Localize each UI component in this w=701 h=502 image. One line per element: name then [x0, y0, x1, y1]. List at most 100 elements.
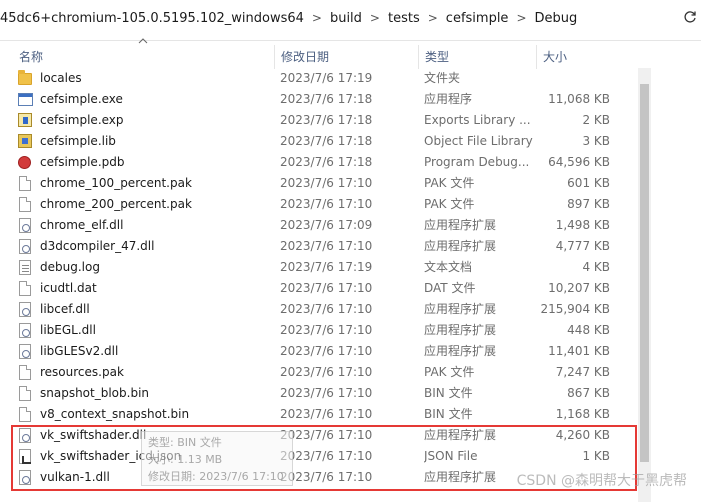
file-row[interactable]: v8_context_snapshot.bin 2023/7/6 17:10 BIN…	[0, 404, 636, 425]
file-icon-cell	[18, 173, 36, 194]
file-icon-cell	[18, 215, 36, 236]
file-name: resources.pak	[40, 365, 124, 379]
file-row[interactable]: libEGL.dll 2023/7/6 17:10 应用程序扩展 448 KB	[0, 320, 636, 341]
file-row[interactable]: cefsimple.lib 2023/7/6 17:18 Object File L…	[0, 131, 636, 152]
file-size: 10,207 KB	[548, 281, 610, 295]
file-type: BIN 文件	[424, 386, 473, 400]
scrollbar-thumb[interactable]	[640, 84, 649, 462]
column-header: 名称 修改日期 类型 大小	[0, 45, 638, 69]
file-icon-cell	[18, 425, 36, 446]
file-type: Object File Library	[424, 134, 533, 148]
vertical-scrollbar[interactable]	[638, 68, 651, 502]
chevron-right-icon[interactable]: >	[370, 11, 380, 25]
chevron-right-icon[interactable]: >	[428, 11, 438, 25]
file-type: 应用程序扩展	[424, 323, 497, 337]
file-row[interactable]: chrome_200_percent.pak 2023/7/6 17:10 PAK …	[0, 194, 636, 215]
file-type: 应用程序扩展	[424, 239, 497, 253]
file-name: locales	[40, 71, 82, 85]
file-row[interactable]: locales 2023/7/6 17:19 文件夹	[0, 68, 636, 89]
file-icon	[19, 176, 31, 191]
file-row[interactable]: cefsimple.exp 2023/7/6 17:18 Exports Libra…	[0, 110, 636, 131]
file-name: chrome_100_percent.pak	[40, 176, 192, 190]
file-size: 3 KB	[582, 134, 610, 148]
file-type: 文本文档	[424, 260, 473, 274]
column-header-date[interactable]: 修改日期	[275, 45, 419, 69]
file-type: Program Debug...	[424, 155, 530, 169]
file-row[interactable]: icudtl.dat 2023/7/6 17:10 DAT 文件 10,207 KB	[0, 278, 636, 299]
file-icon-cell	[18, 383, 36, 404]
file-name: debug.log	[40, 260, 100, 274]
file-icon	[19, 407, 31, 422]
dll-icon	[19, 344, 31, 359]
chevron-right-icon[interactable]: >	[516, 11, 526, 25]
file-icon-cell	[18, 194, 36, 215]
breadcrumb-chromium[interactable]: 45dc6+chromium-105.0.5195.102_windows64	[0, 11, 304, 26]
file-size: 11,401 KB	[548, 344, 610, 358]
address-bar[interactable]: 45dc6+chromium-105.0.5195.102_windows64 >…	[0, 0, 701, 41]
exe-icon	[18, 93, 33, 106]
file-size: 1,498 KB	[555, 218, 610, 232]
file-icon-cell	[18, 467, 36, 488]
file-date: 2023/7/6 17:10	[280, 176, 373, 190]
file-date: 2023/7/6 17:10	[280, 449, 373, 463]
file-size: 897 KB	[567, 197, 610, 211]
dll-icon	[19, 302, 31, 317]
file-date: 2023/7/6 17:09	[280, 218, 373, 232]
file-type: PAK 文件	[424, 365, 475, 379]
file-size: 867 KB	[567, 386, 610, 400]
breadcrumb-cefsimple[interactable]: cefsimple	[446, 11, 509, 26]
file-name: libEGL.dll	[40, 323, 96, 337]
file-date: 2023/7/6 17:10	[280, 323, 373, 337]
dll-icon	[19, 218, 31, 233]
refresh-icon[interactable]	[679, 9, 701, 31]
file-date: 2023/7/6 17:18	[280, 155, 373, 169]
file-size: 4,260 KB	[555, 428, 610, 442]
breadcrumb-build[interactable]: build	[330, 11, 362, 26]
file-size: 7,247 KB	[555, 365, 610, 379]
file-row[interactable]: chrome_elf.dll 2023/7/6 17:09 应用程序扩展 1,498 …	[0, 215, 636, 236]
file-icon-cell	[18, 152, 36, 173]
file-date: 2023/7/6 17:19	[280, 260, 373, 274]
file-name: libcef.dll	[40, 302, 90, 316]
breadcrumb-tests[interactable]: tests	[388, 11, 420, 26]
file-icon-cell	[18, 362, 36, 383]
file-date: 2023/7/6 17:10	[280, 407, 373, 421]
column-header-type[interactable]: 类型	[419, 45, 537, 69]
file-type: PAK 文件	[424, 176, 475, 190]
file-icon	[19, 386, 31, 401]
file-row[interactable]: vk_swiftshader.dll 2023/7/6 17:10 应用程序扩展 4,…	[0, 425, 636, 446]
file-row[interactable]: cefsimple.pdb 2023/7/6 17:18 Program Debug…	[0, 152, 636, 173]
column-header-size[interactable]: 大小	[537, 45, 637, 69]
log-icon	[19, 260, 31, 275]
file-row[interactable]: snapshot_blob.bin 2023/7/6 17:10 BIN 文件 867…	[0, 383, 636, 404]
file-type: 应用程序扩展	[424, 428, 497, 442]
dll-icon	[19, 323, 31, 338]
file-row[interactable]: d3dcompiler_47.dll 2023/7/6 17:10 应用程序扩展 4,…	[0, 236, 636, 257]
file-row[interactable]: resources.pak 2023/7/6 17:10 PAK 文件 7,247 K…	[0, 362, 636, 383]
file-date: 2023/7/6 17:10	[280, 239, 373, 253]
file-row[interactable]: chrome_100_percent.pak 2023/7/6 17:10 PAK …	[0, 173, 636, 194]
file-date: 2023/7/6 17:10	[280, 365, 373, 379]
file-size: 448 KB	[567, 323, 610, 337]
file-name: snapshot_blob.bin	[40, 386, 150, 400]
file-size	[540, 68, 610, 89]
file-name: cefsimple.lib	[40, 134, 116, 148]
file-row[interactable]: debug.log 2023/7/6 17:19 文本文档 4 KB	[0, 257, 636, 278]
file-icon-cell	[18, 341, 36, 362]
file-icon-cell	[18, 257, 36, 278]
dll-icon	[19, 428, 31, 443]
file-row[interactable]: libGLESv2.dll 2023/7/6 17:10 应用程序扩展 11,401 …	[0, 341, 636, 362]
file-row[interactable]: cefsimple.exe 2023/7/6 17:18 应用程序 11,068 KB	[0, 89, 636, 110]
file-icon-cell	[18, 299, 36, 320]
file-row[interactable]: vk_swiftshader_icd.json 2023/7/6 17:10 JSO…	[0, 446, 636, 467]
column-header-name[interactable]: 名称	[13, 45, 275, 69]
file-row[interactable]: libcef.dll 2023/7/6 17:10 应用程序扩展 215,904 KB	[0, 299, 636, 320]
chevron-right-icon[interactable]: >	[312, 11, 322, 25]
file-icon-cell	[18, 320, 36, 341]
breadcrumb-debug[interactable]: Debug	[535, 11, 578, 26]
file-type: 文件夹	[424, 71, 461, 85]
file-date: 2023/7/6 17:10	[280, 281, 373, 295]
file-name: cefsimple.exp	[40, 113, 124, 127]
dll-icon	[19, 239, 31, 254]
file-icon	[19, 365, 31, 380]
